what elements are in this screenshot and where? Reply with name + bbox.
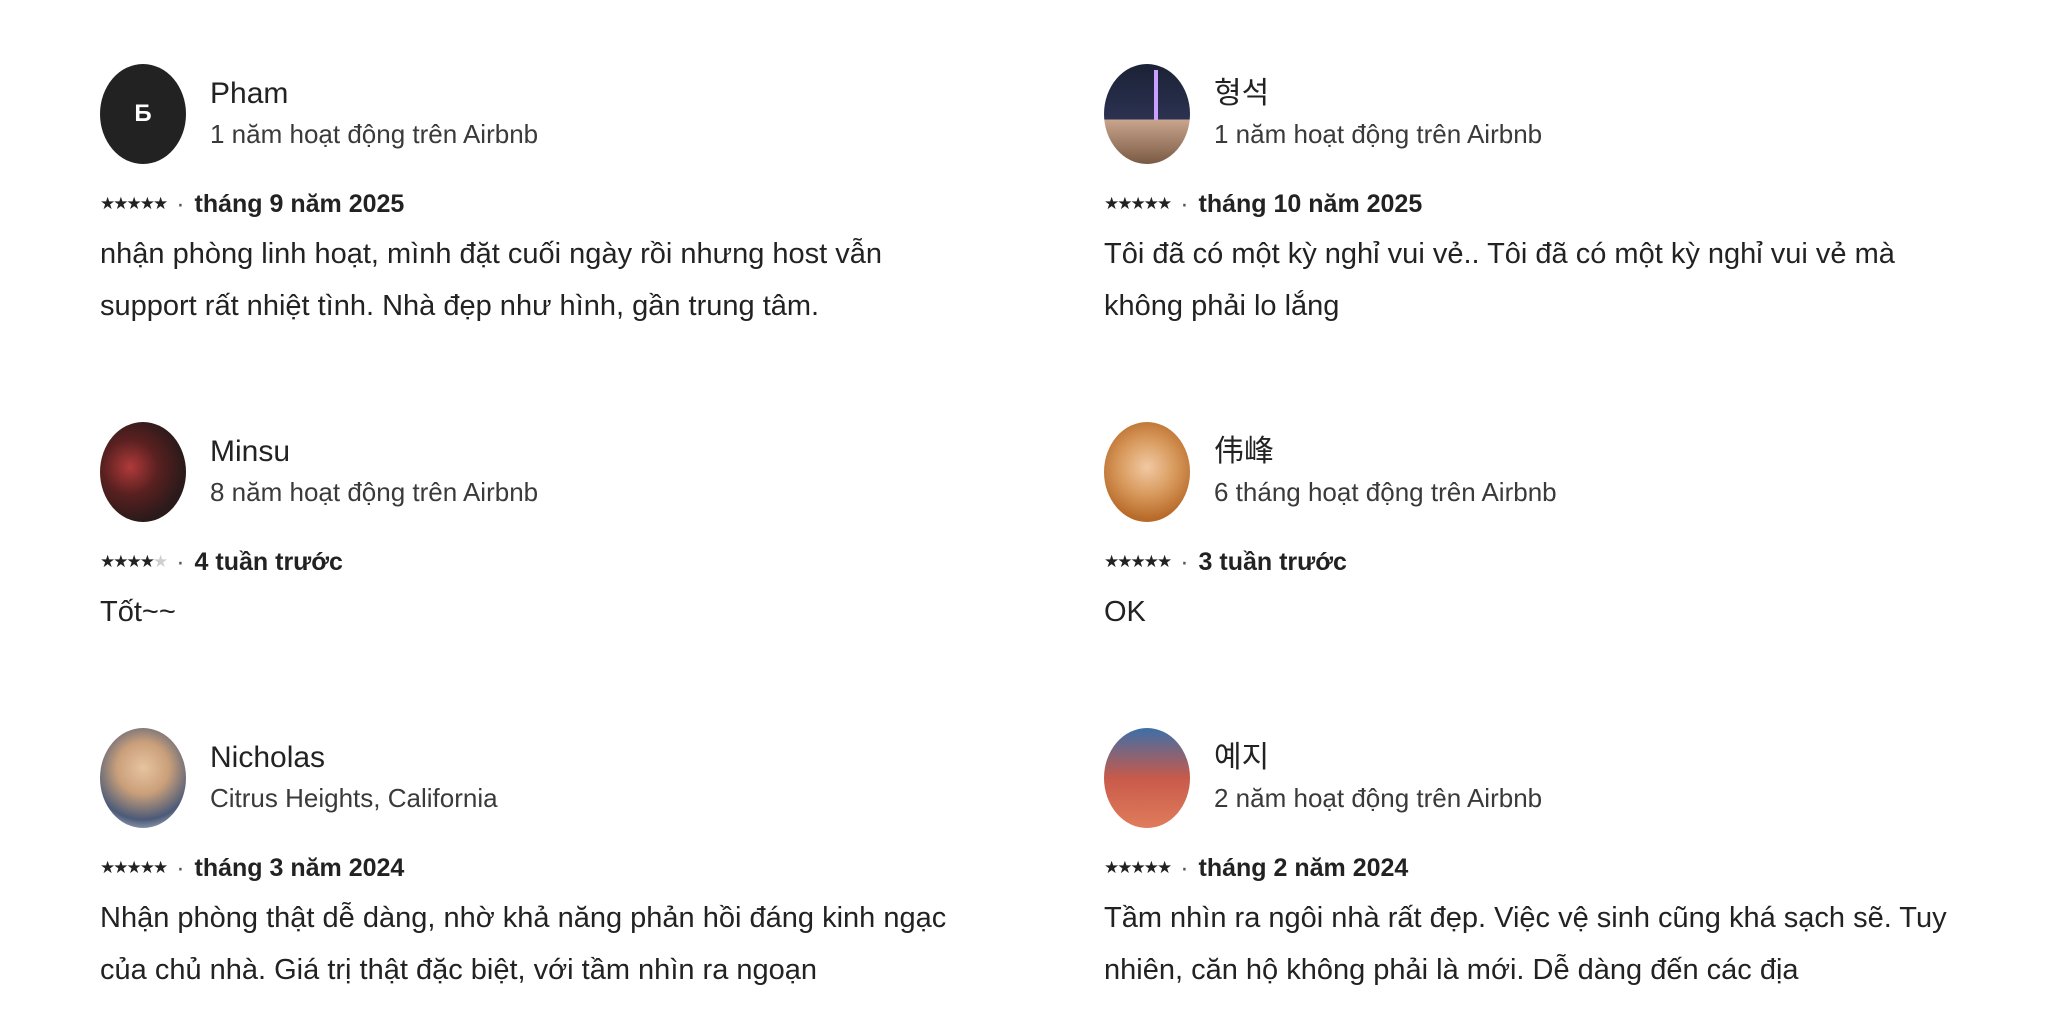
review-date: tháng 3 năm 2024 bbox=[194, 854, 405, 882]
reviewer-subtitle: 8 năm hoạt động trên Airbnb bbox=[210, 477, 539, 507]
review-text: Nhận phòng thật dễ dàng, nhờ khả năng ph… bbox=[100, 902, 947, 986]
reviewer-name[interactable]: Nicholas bbox=[210, 738, 498, 778]
reviewer-meta: Pham 1 năm hoạt động trên Airbnb bbox=[210, 74, 538, 154]
review-card: Nicholas Citrus Heights, California ★★★★… bbox=[100, 726, 1000, 996]
review-card: Minsu 8 năm hoạt động trên Airbnb ★★★★★ … bbox=[100, 420, 1000, 638]
review-text: OK bbox=[1104, 596, 1146, 628]
review-header: Minsu 8 năm hoạt động trên Airbnb bbox=[100, 420, 1000, 524]
separator-dot: · bbox=[176, 548, 185, 576]
reviewer-subtitle: 1 năm hoạt động trên Airbnb bbox=[210, 119, 539, 149]
rating-row: ★★★★★ · tháng 2 năm 2024 bbox=[1104, 848, 2004, 888]
review-header: Б Pham 1 năm hoạt động trên Airbnb bbox=[100, 62, 1000, 166]
separator-dot: · bbox=[176, 190, 185, 218]
separator-dot: · bbox=[1180, 854, 1189, 882]
reviewer-meta: Nicholas Citrus Heights, California bbox=[210, 738, 498, 818]
avatar-letter: Б bbox=[134, 100, 152, 127]
reviewer-name[interactable]: 예지 bbox=[1214, 738, 1542, 778]
avatar[interactable]: Б bbox=[100, 64, 186, 164]
separator-dot: · bbox=[176, 854, 185, 882]
reviewer-name[interactable]: 伟峰 bbox=[1214, 432, 1557, 472]
review-card: Б Pham 1 năm hoạt động trên Airbnb ★★★★★… bbox=[100, 62, 1000, 332]
rating-row: ★★★★★ · 4 tuần trước bbox=[100, 542, 1000, 582]
rating-row: ★★★★★ · tháng 9 năm 2025 bbox=[100, 184, 1000, 224]
review-date: 3 tuần trước bbox=[1198, 548, 1347, 576]
rating-row: ★★★★★ · 3 tuần trước bbox=[1104, 542, 2004, 582]
review-date: tháng 9 năm 2025 bbox=[194, 190, 405, 218]
avatar[interactable] bbox=[100, 422, 186, 522]
reviewer-name[interactable]: Pham bbox=[210, 74, 538, 114]
star-rating-icon: ★★★★★ bbox=[100, 552, 168, 571]
separator-dot: · bbox=[1180, 548, 1189, 576]
review-card: 伟峰 6 tháng hoạt động trên Airbnb ★★★★★ ·… bbox=[1104, 420, 2004, 638]
reviewer-meta: 형석 1 năm hoạt động trên Airbnb bbox=[1214, 74, 1542, 154]
star-rating-icon: ★★★★★ bbox=[1104, 552, 1172, 571]
reviews-grid: Б Pham 1 năm hoạt động trên Airbnb ★★★★★… bbox=[0, 0, 2048, 1024]
reviewer-subtitle: 2 năm hoạt động trên Airbnb bbox=[1214, 783, 1543, 813]
reviewer-meta: 伟峰 6 tháng hoạt động trên Airbnb bbox=[1214, 432, 1557, 512]
review-header: 형석 1 năm hoạt động trên Airbnb bbox=[1104, 62, 2004, 166]
star-rating-icon: ★★★★★ bbox=[100, 194, 168, 213]
review-card: 예지 2 năm hoạt động trên Airbnb ★★★★★ · t… bbox=[1104, 726, 2004, 996]
review-text: Tầm nhìn ra ngôi nhà rất đẹp. Việc vệ si… bbox=[1104, 902, 1947, 986]
review-header: Nicholas Citrus Heights, California bbox=[100, 726, 1000, 830]
reviewer-meta: Minsu 8 năm hoạt động trên Airbnb bbox=[210, 432, 538, 512]
avatar[interactable] bbox=[100, 728, 186, 828]
rating-row: ★★★★★ · tháng 10 năm 2025 bbox=[1104, 184, 2004, 224]
separator-dot: · bbox=[1180, 190, 1189, 218]
reviewer-name[interactable]: 형석 bbox=[1214, 74, 1542, 114]
star-rating-icon: ★★★★★ bbox=[1104, 194, 1172, 213]
reviewer-subtitle: 1 năm hoạt động trên Airbnb bbox=[1214, 119, 1543, 149]
review-date: 4 tuần trước bbox=[194, 548, 343, 576]
review-date: tháng 10 năm 2025 bbox=[1198, 190, 1423, 218]
star-rating-icon: ★★★★★ bbox=[1104, 858, 1172, 877]
review-date: tháng 2 năm 2024 bbox=[1198, 854, 1409, 882]
review-text: Tốt~~ bbox=[100, 596, 176, 628]
review-text: nhận phòng linh hoạt, mình đặt cuối ngày… bbox=[100, 238, 883, 322]
star-rating-icon: ★★★★★ bbox=[100, 858, 168, 877]
reviewer-subtitle: Citrus Heights, California bbox=[210, 783, 498, 813]
reviewer-meta: 예지 2 năm hoạt động trên Airbnb bbox=[1214, 738, 1542, 818]
avatar[interactable] bbox=[1104, 422, 1190, 522]
avatar[interactable] bbox=[1104, 64, 1190, 164]
review-header: 伟峰 6 tháng hoạt động trên Airbnb bbox=[1104, 420, 2004, 524]
reviewer-name[interactable]: Minsu bbox=[210, 432, 538, 472]
avatar[interactable] bbox=[1104, 728, 1190, 828]
rating-row: ★★★★★ · tháng 3 năm 2024 bbox=[100, 848, 1000, 888]
reviewer-subtitle: 6 tháng hoạt động trên Airbnb bbox=[1214, 477, 1557, 507]
review-text: Tôi đã có một kỳ nghỉ vui vẻ.. Tôi đã có… bbox=[1104, 238, 1895, 322]
review-card: 형석 1 năm hoạt động trên Airbnb ★★★★★ · t… bbox=[1104, 62, 2004, 332]
review-header: 예지 2 năm hoạt động trên Airbnb bbox=[1104, 726, 2004, 830]
